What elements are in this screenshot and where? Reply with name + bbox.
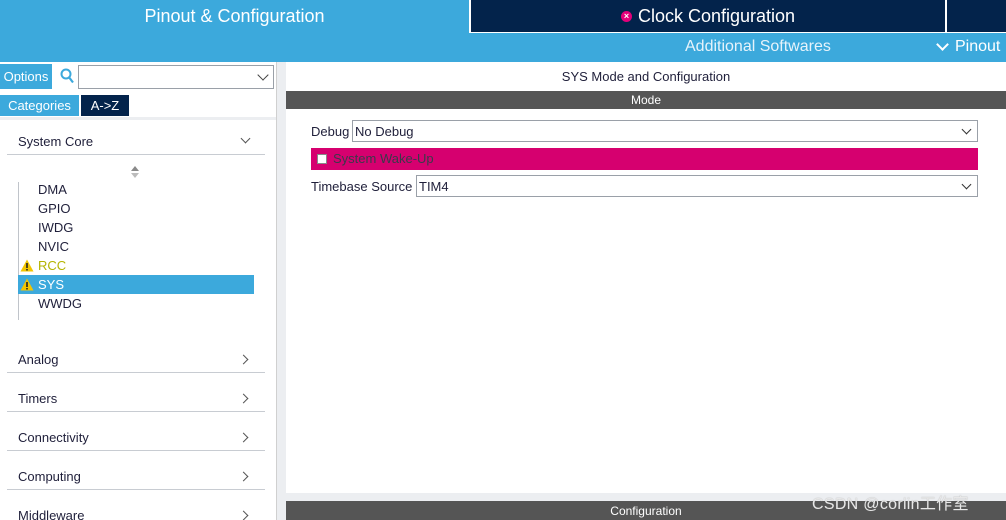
warning-icon [20,259,34,272]
divider [0,117,276,120]
chevron-right-icon [238,510,249,520]
category-label: System Core [18,134,94,149]
category-label: Analog [18,352,59,367]
top-tab-bar: Pinout & Configuration × Clock Configura… [0,0,1006,33]
tab-clock-configuration[interactable]: × Clock Configuration [471,0,945,32]
chevron-down-icon [961,124,972,135]
error-icon: × [620,10,632,22]
chevron-right-icon [238,432,249,443]
mode-section-header: Mode [286,91,1006,109]
search-input[interactable] [78,65,274,89]
debug-label: Debug [311,124,350,139]
tab-pinout-configuration[interactable]: Pinout & Configuration [0,0,469,33]
system-wakeup-row[interactable]: System Wake-Up [311,148,978,170]
configuration-section-label: Configuration [610,503,682,518]
chevron-down-icon [240,133,251,144]
list-item-wwdg[interactable]: WWDG [18,294,254,313]
category-system-core[interactable]: System Core [7,122,265,155]
list-item-label: SYS [38,277,65,292]
category-label: Computing [18,469,81,484]
watermark: CSDN @corlin工作室 [812,496,969,513]
tab-extra[interactable] [947,0,1006,32]
list-item-sys[interactable]: SYS [18,275,254,294]
category-timers[interactable]: Timers [7,379,265,412]
list-item-label: DMA [38,182,67,197]
chevron-down-icon[interactable] [257,69,269,81]
category-label: Middleware [18,508,85,520]
az-view-label: A->Z [90,98,120,113]
category-label: Connectivity [18,430,89,445]
categories-view-label: Categories [8,98,71,113]
category-middleware[interactable]: Middleware [7,496,265,520]
panel-splitter[interactable] [277,62,286,520]
pinout-menu-button[interactable]: Pinout [934,38,1000,56]
list-item-label: IWDG [38,220,74,235]
list-item-nvic[interactable]: NVIC [18,237,254,256]
timebase-source-label: Timebase Source [311,179,413,194]
chevron-right-icon [238,393,249,404]
debug-select[interactable]: No Debug [352,120,978,142]
list-item-label: WWDG [38,296,83,311]
category-label: Timers [18,391,58,406]
list-item-label: RCC [38,258,67,273]
pinout-menu-label: Pinout [955,38,1001,55]
list-item-rcc[interactable]: RCC [18,256,254,275]
tab-pinout-configuration-label: Pinout & Configuration [144,6,325,26]
sub-toolbar: Additional Softwares Pinout [0,33,1006,62]
category-connectivity[interactable]: Connectivity [7,418,265,451]
categories-view-button[interactable]: Categories [0,95,79,116]
sort-icon[interactable] [131,166,139,178]
mode-configuration-panel: SYS Mode and Configuration Mode Debug No… [286,62,1006,520]
system-wakeup-checkbox[interactable] [317,154,327,164]
az-view-button[interactable]: A->Z [81,95,129,116]
list-item-dma[interactable]: DMA [18,180,254,199]
tab-clock-configuration-label: Clock Configuration [637,5,796,26]
system-wakeup-label: System Wake-Up [333,151,434,166]
category-computing[interactable]: Computing [7,457,265,490]
list-item-iwdg[interactable]: IWDG [18,218,254,237]
chevron-down-icon [961,179,972,190]
list-item-gpio[interactable]: GPIO [18,199,254,218]
options-button[interactable]: Options [0,64,52,89]
debug-select-value: No Debug [355,124,414,139]
options-button-label: Options [3,69,49,84]
chevron-right-icon [238,471,249,482]
chevron-right-icon [238,354,249,365]
list-item-label: NVIC [38,239,70,254]
list-item-label: GPIO [38,201,71,216]
page-title: SYS Mode and Configuration [561,69,731,84]
chevron-down-icon [936,38,949,51]
category-analog[interactable]: Analog [7,340,265,373]
search-icon[interactable] [60,68,74,84]
timebase-source-select[interactable]: TIM4 [416,175,978,197]
additional-softwares-button[interactable]: Additional Softwares [685,38,831,56]
mode-section-label: Mode [630,93,662,107]
categories-panel: Options Categories A->Z System Core DMA … [0,62,277,520]
warning-icon [20,278,34,291]
timebase-source-value: TIM4 [419,179,449,194]
